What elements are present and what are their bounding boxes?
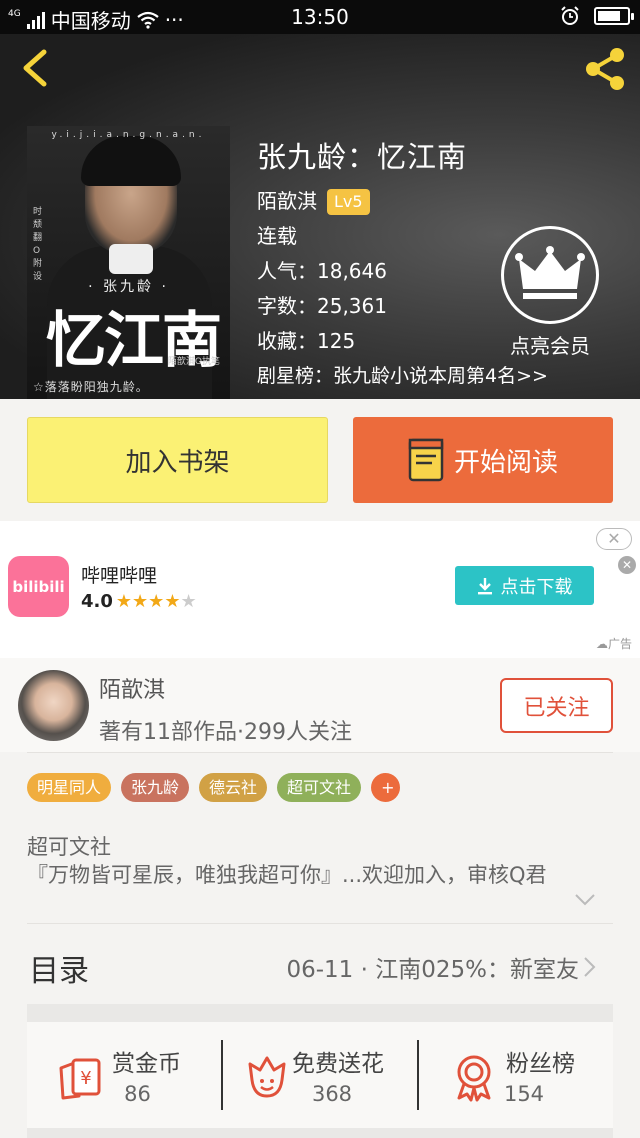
tag-chip[interactable]: 张九龄: [121, 773, 190, 802]
start-reading-label: 开始阅读: [453, 447, 558, 478]
reward-coins-label: 赏金币: [112, 1051, 181, 1077]
cover-tagline: ☆落落盼阳独九龄。: [33, 380, 149, 394]
chevron-down-icon[interactable]: [574, 893, 596, 907]
download-button[interactable]: 点击下载: [455, 566, 594, 605]
cover-figure-collar: [109, 244, 153, 274]
star-rating: ★★★★★: [116, 591, 197, 612]
cover-figure-hair: [81, 136, 181, 186]
reward-coins-value: 86: [124, 1082, 151, 1106]
bilibili-app-icon: bilibili: [8, 556, 69, 617]
battery-icon: [594, 7, 634, 25]
reward-coins[interactable]: ¥ 赏金币 86: [55, 1022, 220, 1128]
tag-chip[interactable]: 超可文社: [277, 773, 362, 802]
ad-rating-value: 4.0: [81, 591, 113, 612]
vip-label: 点亮会员: [510, 334, 590, 358]
cover-pinyin: y.i.j.i.a.n.g.n.a.n.: [51, 130, 206, 140]
add-tag-button[interactable]: +: [371, 773, 401, 802]
separator: [221, 1040, 223, 1110]
latest-chapter: 06-11 · 江南025%：新室友: [286, 957, 579, 983]
catalog-label: 目录: [29, 954, 89, 989]
ad-label: ☁广告: [596, 635, 632, 652]
status-time: 13:50: [291, 5, 349, 29]
book-author[interactable]: 陌歆淇: [257, 184, 317, 219]
chevron-right-icon: [584, 957, 596, 977]
back-icon[interactable]: [14, 46, 54, 90]
ad-dismiss-icon[interactable]: ✕: [618, 556, 636, 574]
book-cover[interactable]: y.i.j.i.a.n.g.n.a.n. 时 颓 翻 O 附 设 · 张九龄 ·…: [27, 126, 230, 399]
separator: [417, 1040, 419, 1110]
ad-label-text: 广告: [607, 637, 632, 651]
star-icon: ★: [180, 591, 197, 612]
star-icon: ★: [164, 591, 181, 612]
share-icon[interactable]: [580, 44, 630, 94]
divider: [27, 752, 613, 753]
author-section: 陌歆淇 著有11部作品·299人关注 已关注: [0, 658, 640, 752]
book-icon: [408, 438, 444, 482]
reward-fans-label: 粉丝榜: [506, 1051, 575, 1077]
status-bar: 4G 中国移动 ··· 13:50: [0, 0, 640, 34]
section-separator: [27, 1128, 613, 1138]
ad-app-name: 哔哩哔哩: [81, 565, 158, 587]
favorites-label: 收藏：: [257, 329, 317, 353]
reward-fans[interactable]: 粉丝榜 154: [449, 1022, 599, 1128]
vip-ring: [501, 226, 599, 324]
words-value: 25,361: [317, 294, 387, 318]
cloud-icon: ☁: [595, 637, 608, 651]
author-row: 陌歆淇 Lv5: [257, 184, 548, 219]
ad-close-button[interactable]: ✕: [596, 528, 632, 550]
cover-vertical-text: 时 颓 翻 O 附 设: [33, 207, 43, 282]
words-label: 字数：: [257, 294, 317, 318]
tag-list: 明星同人 张九龄 德云社 超可文社 +: [27, 773, 401, 802]
book-description[interactable]: 超可文社 『万物皆可星辰，唯独我超可你』...欢迎加入，审核Q君: [27, 833, 615, 889]
download-icon: [477, 577, 492, 594]
follow-button[interactable]: 已关注: [500, 678, 613, 733]
description-line-2: 『万物皆可星辰，唯独我超可你』...欢迎加入，审核Q君: [27, 863, 547, 887]
popularity-value: 18,646: [317, 259, 387, 283]
ad-rating: 4.0 ★★★★★: [81, 591, 197, 612]
vip-button[interactable]: 点亮会员: [500, 226, 600, 359]
author-name[interactable]: 陌歆淇: [99, 672, 165, 704]
rewards-bar: ¥ 赏金币 86 免费送花 368 粉丝榜 154: [27, 1022, 613, 1128]
author-level-badge: Lv5: [327, 188, 370, 215]
tag-chip[interactable]: 德云社: [199, 773, 268, 802]
reward-fans-value: 154: [503, 1082, 545, 1106]
alarm-icon: [561, 6, 579, 25]
reward-flowers-label: 免费送花: [292, 1051, 384, 1077]
description-line-1: 超可文社: [27, 835, 111, 859]
star-icon: ★: [115, 591, 133, 612]
section-separator: [27, 1004, 613, 1022]
author-avatar[interactable]: [18, 670, 89, 741]
ad-banner[interactable]: bilibili 哔哩哔哩 4.0 ★★★★★ 点击下载 ✕ ✕ ☁广告: [0, 521, 640, 658]
catalog-row[interactable]: 目录 06-11 · 江南025%：新室友: [27, 938, 615, 994]
book-title: 张九龄：忆江南: [257, 140, 468, 174]
cover-pen: 陌歆淇O执笔: [167, 357, 220, 367]
popularity-label: 人气：: [257, 259, 317, 283]
author-stats: 著有11部作品·299人关注: [99, 720, 352, 745]
book-hero: y.i.j.i.a.n.g.n.a.n. 时 颓 翻 O 附 设 · 张九龄 ·…: [0, 34, 640, 399]
rank-link[interactable]: 剧星榜：张九龄小说本周第4名>>: [257, 359, 548, 394]
reward-flowers[interactable]: 免费送花 368: [242, 1022, 422, 1128]
crown-icon: [515, 246, 585, 299]
download-label: 点击下载: [500, 576, 573, 598]
action-bar: 加入书架 开始阅读: [0, 399, 640, 521]
favorites-value: 125: [317, 329, 356, 353]
star-icon: ★: [148, 591, 165, 612]
star-icon: ★: [132, 591, 149, 612]
divider: [27, 923, 613, 924]
tag-chip[interactable]: 明星同人: [27, 773, 112, 802]
reward-flowers-value: 368: [311, 1082, 353, 1106]
add-to-shelf-button[interactable]: 加入书架: [27, 417, 328, 503]
start-reading-button[interactable]: 开始阅读: [353, 417, 613, 503]
